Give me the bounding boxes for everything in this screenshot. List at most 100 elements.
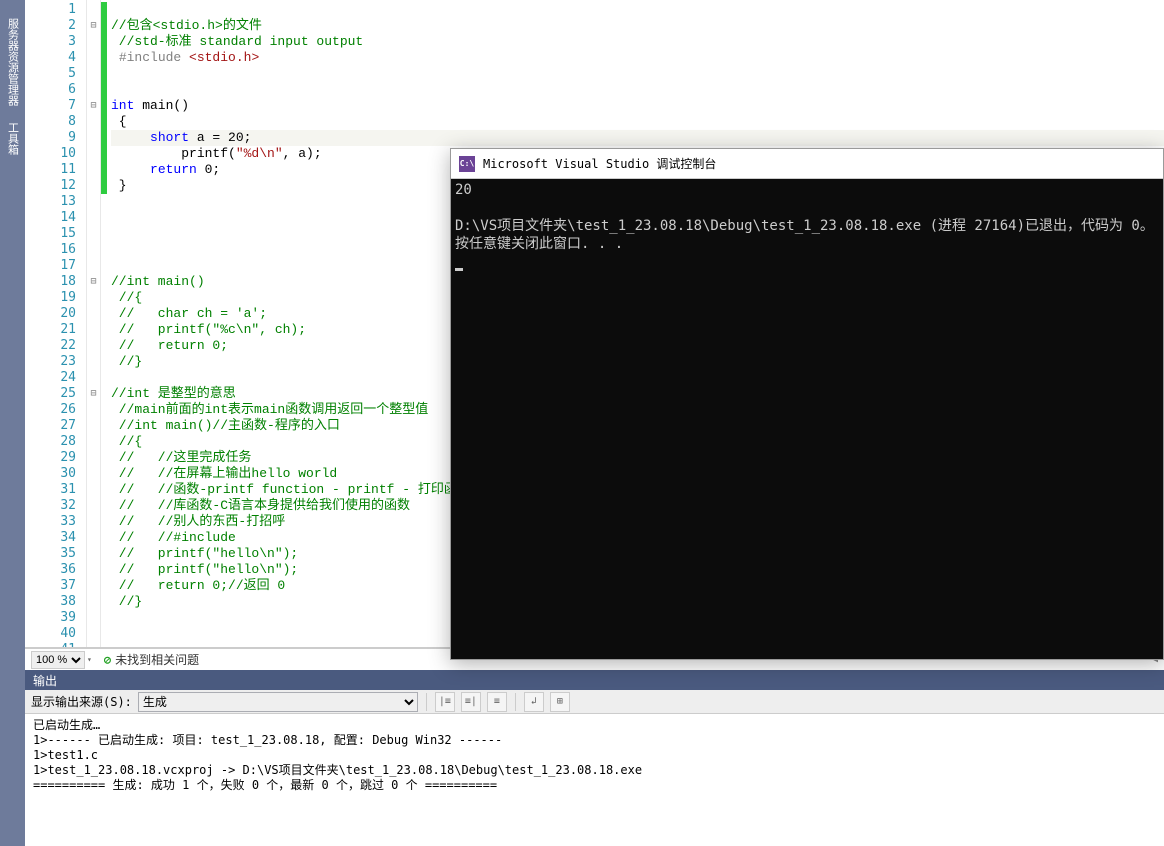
fold-toggle <box>87 546 100 562</box>
line-number: 14 <box>25 210 76 226</box>
line-number: 17 <box>25 258 76 274</box>
line-number: 38 <box>25 594 76 610</box>
fold-toggle <box>87 514 100 530</box>
code-line[interactable] <box>111 82 1164 98</box>
line-number: 21 <box>25 322 76 338</box>
code-line[interactable]: int main() <box>111 98 1164 114</box>
code-line[interactable]: { <box>111 114 1164 130</box>
console-body[interactable]: 20 D:\VS项目文件夹\test_1_23.08.18\Debug\test… <box>451 179 1163 659</box>
line-number: 1 <box>25 2 76 18</box>
line-number: 28 <box>25 434 76 450</box>
code-line[interactable] <box>111 2 1164 18</box>
fold-toggle <box>87 114 100 130</box>
line-number: 13 <box>25 194 76 210</box>
goto-next-button[interactable]: ≡| <box>461 692 481 712</box>
zoom-control[interactable]: 100 % ▾ <box>31 651 92 669</box>
fold-toggle <box>87 466 100 482</box>
fold-toggle[interactable]: ⊟ <box>87 274 100 290</box>
fold-toggle <box>87 178 100 194</box>
fold-column[interactable]: ⊟ ⊟ ⊟ ⊟ <box>87 0 101 647</box>
fold-toggle[interactable]: ⊟ <box>87 386 100 402</box>
line-number: 36 <box>25 562 76 578</box>
fold-toggle <box>87 434 100 450</box>
line-number: 30 <box>25 466 76 482</box>
line-number-gutter: 1234567891011121314151617181920212223242… <box>25 0 87 647</box>
console-cursor <box>455 268 463 271</box>
line-number: 6 <box>25 82 76 98</box>
fold-toggle <box>87 338 100 354</box>
toggle-wrap-button[interactable]: ↲ <box>524 692 544 712</box>
output-panel-title: 输出 <box>33 672 57 689</box>
code-line[interactable]: //std-标准 standard input output <box>111 34 1164 50</box>
fold-toggle <box>87 66 100 82</box>
line-number: 32 <box>25 498 76 514</box>
fold-toggle <box>87 258 100 274</box>
line-number: 34 <box>25 530 76 546</box>
line-number: 40 <box>25 626 76 642</box>
console-title-text: Microsoft Visual Studio 调试控制台 <box>483 155 716 172</box>
debug-console-window[interactable]: C:\ Microsoft Visual Studio 调试控制台 20 D:\… <box>450 148 1164 660</box>
line-number: 18 <box>25 274 76 290</box>
line-number: 10 <box>25 146 76 162</box>
output-body[interactable]: 已启动生成… 1>------ 已启动生成: 项目: test_1_23.08.… <box>25 714 1164 846</box>
fold-toggle <box>87 210 100 226</box>
line-number: 5 <box>25 66 76 82</box>
side-toolbar: 服务器资源管理器 工具箱 <box>0 0 25 846</box>
server-explorer-tab[interactable]: 服务器资源管理器 <box>3 10 23 114</box>
fold-toggle <box>87 498 100 514</box>
code-line[interactable]: #include <stdio.h> <box>111 50 1164 66</box>
goto-prev-button[interactable]: |≡ <box>435 692 455 712</box>
fold-toggle <box>87 562 100 578</box>
output-panel-header[interactable]: 输出 <box>25 670 1164 690</box>
line-number: 41 <box>25 642 76 648</box>
line-number: 4 <box>25 50 76 66</box>
line-number: 35 <box>25 546 76 562</box>
output-toolbar: 显示输出来源(S): 生成 |≡ ≡| ≡ ↲ ⊞ <box>25 690 1164 714</box>
fold-toggle <box>87 242 100 258</box>
fold-toggle <box>87 642 100 648</box>
fold-toggle <box>87 354 100 370</box>
fold-toggle <box>87 370 100 386</box>
code-line[interactable]: //包含<stdio.h>的文件 <box>111 18 1164 34</box>
console-titlebar[interactable]: C:\ Microsoft Visual Studio 调试控制台 <box>451 149 1163 179</box>
line-number: 19 <box>25 290 76 306</box>
line-number: 39 <box>25 610 76 626</box>
fold-toggle <box>87 82 100 98</box>
code-line[interactable]: short a = 20; <box>111 130 1164 146</box>
issues-indicator[interactable]: ⊘ 未找到相关问题 <box>104 651 199 668</box>
line-number: 16 <box>25 242 76 258</box>
toggle-output-button[interactable]: ⊞ <box>550 692 570 712</box>
toolbox-tab[interactable]: 工具箱 <box>3 114 23 163</box>
line-number: 15 <box>25 226 76 242</box>
fold-toggle[interactable]: ⊟ <box>87 18 100 34</box>
line-number: 33 <box>25 514 76 530</box>
output-source-select[interactable]: 生成 <box>138 692 418 712</box>
line-number: 7 <box>25 98 76 114</box>
fold-toggle <box>87 34 100 50</box>
line-number: 22 <box>25 338 76 354</box>
fold-toggle <box>87 50 100 66</box>
chevron-down-icon: ▾ <box>87 655 92 664</box>
zoom-select[interactable]: 100 % <box>31 651 85 669</box>
line-number: 24 <box>25 370 76 386</box>
line-number: 20 <box>25 306 76 322</box>
fold-toggle <box>87 610 100 626</box>
line-number: 25 <box>25 386 76 402</box>
fold-toggle <box>87 130 100 146</box>
line-number: 11 <box>25 162 76 178</box>
fold-toggle[interactable]: ⊟ <box>87 98 100 114</box>
fold-toggle <box>87 626 100 642</box>
fold-toggle <box>87 290 100 306</box>
line-number: 26 <box>25 402 76 418</box>
check-icon: ⊘ <box>104 653 111 667</box>
line-number: 3 <box>25 34 76 50</box>
line-number: 2 <box>25 18 76 34</box>
fold-toggle <box>87 226 100 242</box>
line-number: 31 <box>25 482 76 498</box>
fold-toggle <box>87 450 100 466</box>
line-number: 37 <box>25 578 76 594</box>
fold-toggle <box>87 146 100 162</box>
clear-button[interactable]: ≡ <box>487 692 507 712</box>
code-line[interactable] <box>111 66 1164 82</box>
fold-toggle <box>87 2 100 18</box>
